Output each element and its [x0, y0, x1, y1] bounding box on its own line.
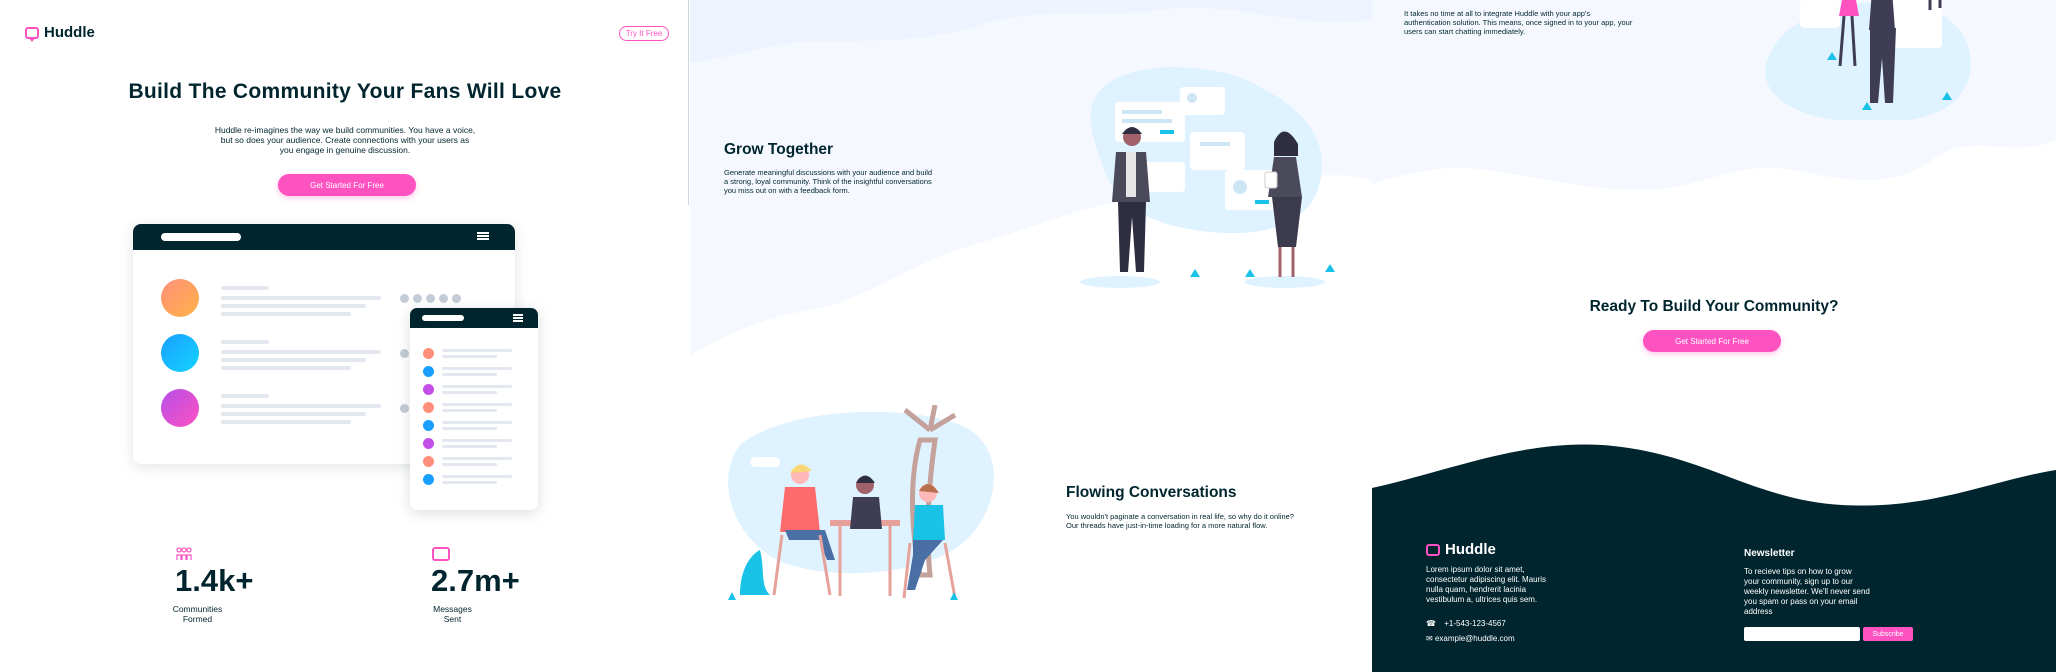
newsletter-email-input[interactable] — [1744, 627, 1860, 641]
features-column: Grow Together Generate meaningful discus… — [690, 0, 1372, 672]
hamburger-menu-icon — [513, 314, 523, 322]
phone-icon: ☎ — [1426, 619, 1436, 628]
grow-together-illustration — [1080, 67, 1335, 288]
footer-description: Lorem ipsum dolor sit amet, consectetur … — [1426, 565, 1547, 604]
brand-logo[interactable]: Huddle — [25, 24, 95, 42]
avatar — [161, 389, 199, 427]
integration-illustration — [1765, 0, 1971, 120]
flowing-conversations-title: Flowing Conversations — [1066, 484, 1237, 501]
communities-label: Communities Formed — [172, 604, 223, 624]
brand-name: Huddle — [44, 24, 95, 41]
try-free-button[interactable]: Try It Free — [619, 26, 669, 41]
avatar — [161, 279, 199, 317]
mobile-mockup-illustration — [410, 308, 538, 510]
hero-column: Huddle Try It Free Build The Community Y… — [0, 0, 690, 672]
chat-logo-icon — [25, 26, 39, 42]
hero-description: Huddle re-imagines the way we build comm… — [170, 125, 520, 155]
column-divider — [688, 0, 689, 205]
communities-count: 1.4k+ — [175, 563, 254, 598]
mockup-topbar — [133, 224, 515, 250]
chat-logo-icon — [1426, 543, 1440, 556]
integration-text: It takes no time at all to integrate Hud… — [1404, 9, 1633, 36]
cta-footer-column: It takes no time at all to integrate Hud… — [1372, 0, 2056, 672]
page: Huddle Try It Free Build The Community Y… — [0, 0, 2056, 672]
footer-logo[interactable]: Huddle — [1426, 541, 1496, 558]
grow-together-title: Grow Together — [724, 141, 834, 158]
hero-desc-line: but so does your audience. Create connec… — [220, 135, 470, 145]
newsletter-title: Newsletter — [1744, 548, 1795, 559]
hero-title: Build The Community Your Fans Will Love — [128, 80, 562, 103]
communities-icon — [176, 547, 192, 560]
cta-button[interactable]: Get Started For Free — [1643, 330, 1781, 352]
grow-together-text: Generate meaningful discussions with you… — [724, 168, 933, 195]
hero-desc-line: you engage in genuine discussion. — [279, 145, 411, 155]
messages-count: 2.7m+ — [431, 563, 520, 598]
cta-title: Ready To Build Your Community? — [1589, 298, 1839, 315]
footer-email[interactable]: ✉ example@huddle.com — [1426, 634, 1515, 644]
messages-label: Messages Sent — [433, 604, 472, 624]
footer-phone: ☎ +1-543-123-4567 — [1426, 619, 1506, 628]
flowing-conversations-text: You wouldn't paginate a conversation in … — [1066, 512, 1294, 530]
newsletter-description: To recieve tips on how to grow your comm… — [1744, 567, 1870, 616]
avatar — [161, 334, 199, 372]
subscribe-button[interactable]: Subscribe — [1863, 627, 1913, 641]
hamburger-menu-icon — [477, 232, 489, 240]
email-icon: ✉ — [1426, 634, 1433, 643]
hero-cta-button[interactable]: Get Started For Free — [278, 174, 416, 196]
messages-icon — [432, 547, 450, 561]
hero-desc-line: Huddle re-imagines the way we build comm… — [214, 125, 476, 135]
flowing-conversations-illustration — [728, 405, 994, 600]
